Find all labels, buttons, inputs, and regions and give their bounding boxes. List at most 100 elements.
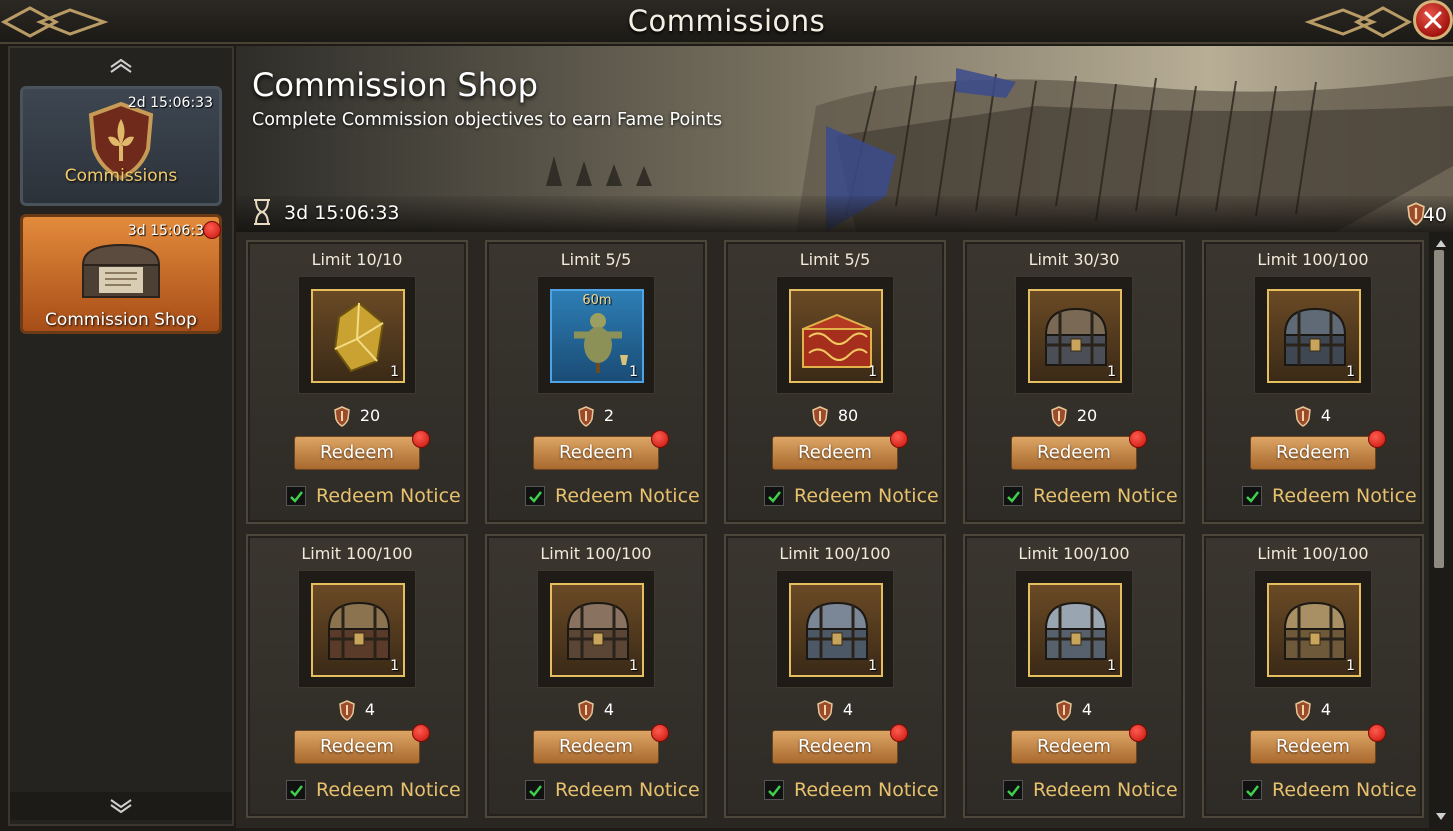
redeem-button[interactable]: Redeem [294,730,420,764]
redeem-notice-checkbox[interactable] [1242,780,1262,800]
item-frame[interactable]: 1 [789,583,883,677]
redeem-notice-label: Redeem Notice [794,485,939,507]
item-slot: 1 [298,276,416,394]
notification-badge [412,724,430,742]
redeem-notice-toggle[interactable]: Redeem Notice [525,484,700,508]
checkmark-icon [528,490,542,503]
redeem-notice-toggle[interactable]: Redeem Notice [525,778,700,802]
item-quantity: 1 [1107,658,1116,674]
redeem-notice-label: Redeem Notice [794,779,939,801]
redeem-button[interactable]: Redeem [1250,730,1376,764]
notification-badge [1368,724,1386,742]
checkmark-icon [767,784,781,797]
item-frame[interactable]: 1 [1267,583,1361,677]
item-slot: 1 [776,570,894,688]
checkmark-icon [767,490,781,503]
item-frame[interactable]: 1 [1267,289,1361,383]
chevron-up-icon [110,58,132,73]
purchase-limit: Limit 100/100 [540,544,652,563]
redeem-button[interactable]: Redeem [1250,436,1376,470]
banner-title: Commission Shop [252,66,538,104]
redeem-notice-label: Redeem Notice [316,779,461,801]
bronze-chest-icon [566,601,630,660]
sidebar: 2d 15:06:33 Commissions 3d 15:06:33 Comm… [8,46,234,826]
item-slot: 1 [1254,570,1372,688]
scroll-thumb[interactable] [1434,250,1444,568]
ornate-red-chest-icon [802,313,872,368]
item-slot: 1 [1015,570,1133,688]
redeem-notice-toggle[interactable]: Redeem Notice [1242,778,1417,802]
item-quantity: 1 [1346,364,1355,380]
item-frame[interactable]: 1 [789,289,883,383]
redeem-notice-label: Redeem Notice [1272,485,1417,507]
redeem-notice-checkbox[interactable] [286,780,306,800]
redeem-notice-toggle[interactable]: Redeem Notice [286,778,461,802]
purchase-limit: Limit 10/10 [311,250,403,269]
redeem-notice-checkbox[interactable] [1242,486,1262,506]
sidebar-item-commissions[interactable]: 2d 15:06:33 Commissions [20,86,222,206]
item-price-value: 4 [842,700,854,719]
redeem-button[interactable]: Redeem [772,436,898,470]
item-quantity: 1 [390,658,399,674]
item-slot: 60m 1 [537,276,655,394]
shop-item-card: Limit 100/100 1 4 Redeem Redeem Notice [1202,240,1424,524]
redeem-button[interactable]: Redeem [533,436,659,470]
redeem-notice-toggle[interactable]: Redeem Notice [1003,778,1178,802]
redeem-notice-toggle[interactable]: Redeem Notice [1003,484,1178,508]
redeem-notice-checkbox[interactable] [1003,486,1023,506]
item-price: 4 [248,700,466,721]
redeem-button[interactable]: Redeem [1011,436,1137,470]
redeem-notice-checkbox[interactable] [286,486,306,506]
item-quantity: 1 [1346,658,1355,674]
redeem-notice-checkbox[interactable] [525,780,545,800]
shop-item-card: Limit 10/10 1 20 Redeem Redeem Notice [246,240,468,524]
redeem-button[interactable]: Redeem [533,730,659,764]
redeem-notice-label: Redeem Notice [1033,779,1178,801]
redeem-notice-checkbox[interactable] [764,486,784,506]
fame-point-icon [1295,406,1311,427]
redeem-notice-checkbox[interactable] [1003,780,1023,800]
redeem-notice-toggle[interactable]: Redeem Notice [764,778,939,802]
item-frame[interactable]: 1 [311,583,405,677]
sidebar-item-label: Commission Shop [45,310,197,330]
redeem-notice-checkbox[interactable] [525,486,545,506]
redeem-notice-toggle[interactable]: Redeem Notice [1242,484,1417,508]
purchase-limit: Limit 5/5 [799,250,871,269]
fame-point-icon [1051,406,1067,427]
redeem-notice-toggle[interactable]: Redeem Notice [286,484,461,508]
item-frame[interactable]: 1 [1028,583,1122,677]
close-button[interactable] [1413,0,1453,40]
checkmark-icon [1006,490,1020,503]
item-frame[interactable]: 1 [550,583,644,677]
grid-scrollbar[interactable] [1429,232,1453,828]
item-frame[interactable]: 1 [311,289,405,383]
shop-item-card: Limit 100/100 1 4 Redeem Redeem Notice [724,534,946,818]
notification-badge [412,430,430,448]
redeem-notice-toggle[interactable]: Redeem Notice [764,484,939,508]
fame-point-icon [334,406,350,427]
item-frame[interactable]: 60m 1 [550,289,644,383]
checkmark-icon [1245,490,1259,503]
item-frame[interactable]: 1 [1028,289,1122,383]
sidebar-item-commission-shop[interactable]: 3d 15:06:33 Commission Shop [20,214,222,334]
checkmark-icon [528,784,542,797]
close-icon [1424,11,1442,29]
banner-footer [236,196,1453,232]
sidebar-item-timer: 2d 15:06:33 [127,95,213,111]
item-slot: 1 [537,570,655,688]
item-price-value: 80 [837,406,859,425]
redeem-button[interactable]: Redeem [1011,730,1137,764]
redeem-button[interactable]: Redeem [294,436,420,470]
checkmark-icon [1006,784,1020,797]
item-price-value: 4 [603,700,615,719]
scroll-down-arrow-icon[interactable] [1435,812,1447,822]
redeem-notice-checkbox[interactable] [764,780,784,800]
sidebar-scroll-up-button[interactable] [10,52,232,80]
notification-badge [203,221,221,239]
redeem-button[interactable]: Redeem [772,730,898,764]
redeem-notice-label: Redeem Notice [316,485,461,507]
item-duration-tag: 60m [582,293,612,308]
shop-timer: 3d 15:06:33 [284,202,400,224]
scroll-up-arrow-icon[interactable] [1435,238,1447,248]
sidebar-scroll-down-button[interactable] [10,792,232,820]
